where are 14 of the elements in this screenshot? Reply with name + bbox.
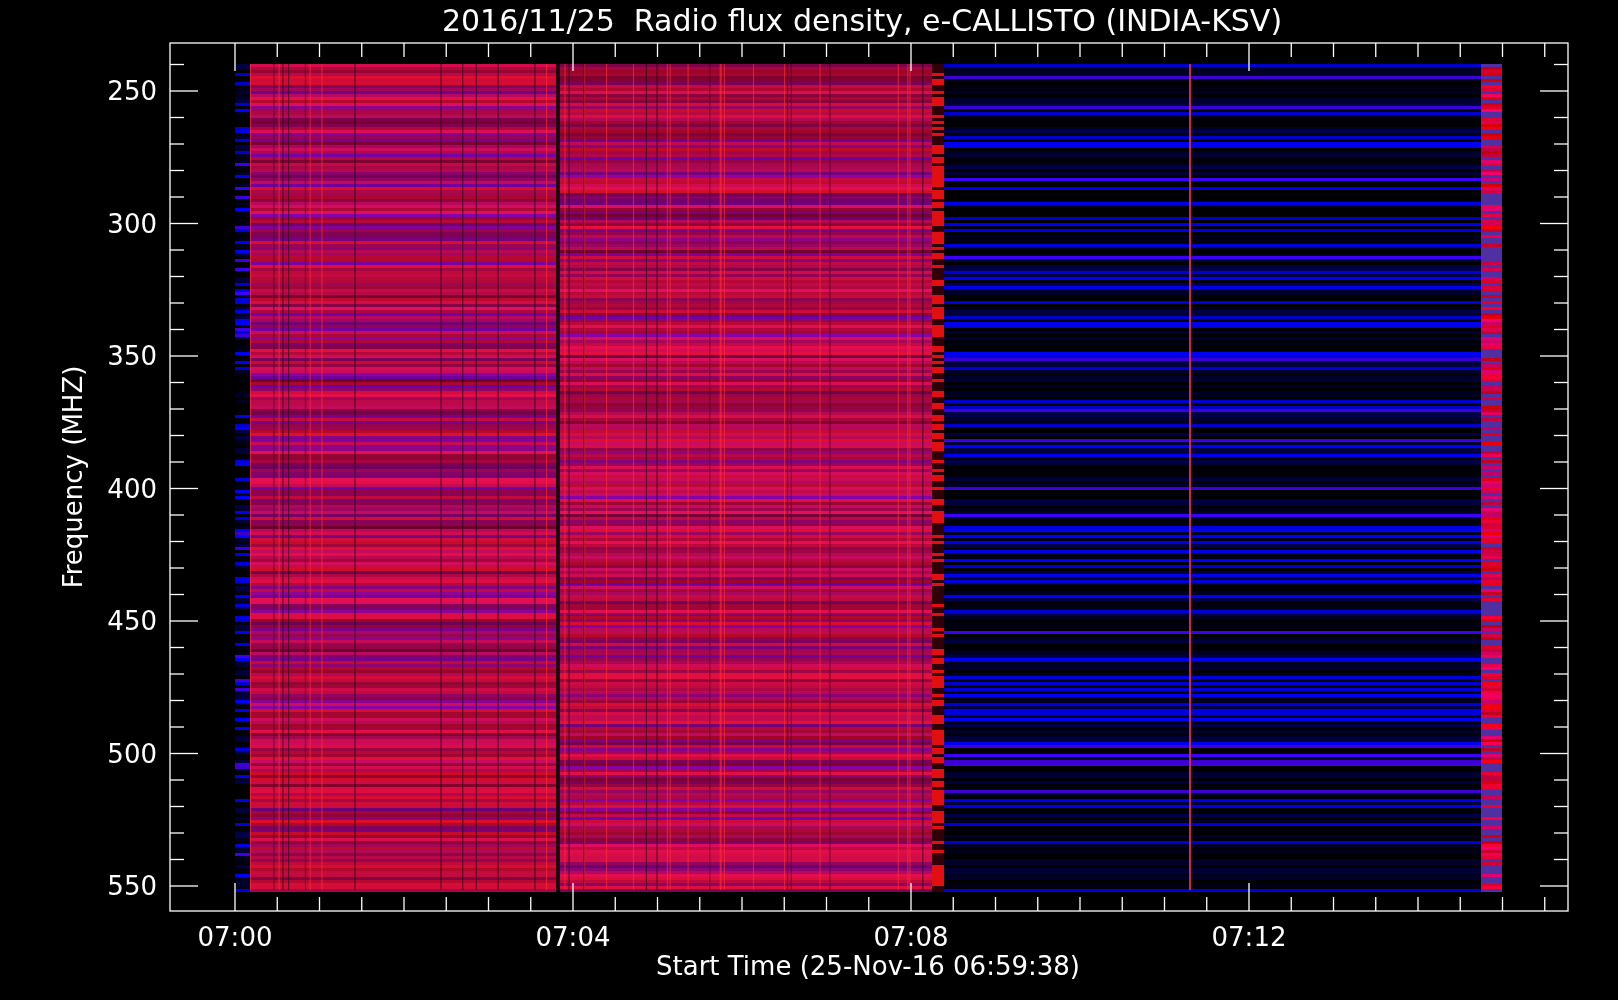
y-tick-label: 450 [107, 606, 157, 636]
chart-title: 2016/11/25 Radio flux density, e-CALLISTO (INDIA-KSV) [441, 3, 1283, 38]
y-axis-label: Frequency (MHZ) [58, 365, 88, 589]
x-tick-label: 07:00 [197, 922, 273, 952]
y-tick-label: 350 [107, 341, 157, 371]
y-tick-label: 300 [107, 208, 157, 239]
y-tick-label: 250 [107, 76, 157, 106]
x-tick-label: 07:04 [535, 922, 611, 952]
y-tick-label: 400 [107, 473, 157, 504]
x-tick-label: 07:12 [1211, 922, 1287, 952]
x-tick-label: 07:08 [873, 922, 949, 952]
x-axis-label: Start Time (25-Nov-16 06:59:38) [656, 951, 1080, 981]
y-tick-label: 500 [107, 738, 157, 769]
y-tick-label: 550 [107, 871, 157, 901]
